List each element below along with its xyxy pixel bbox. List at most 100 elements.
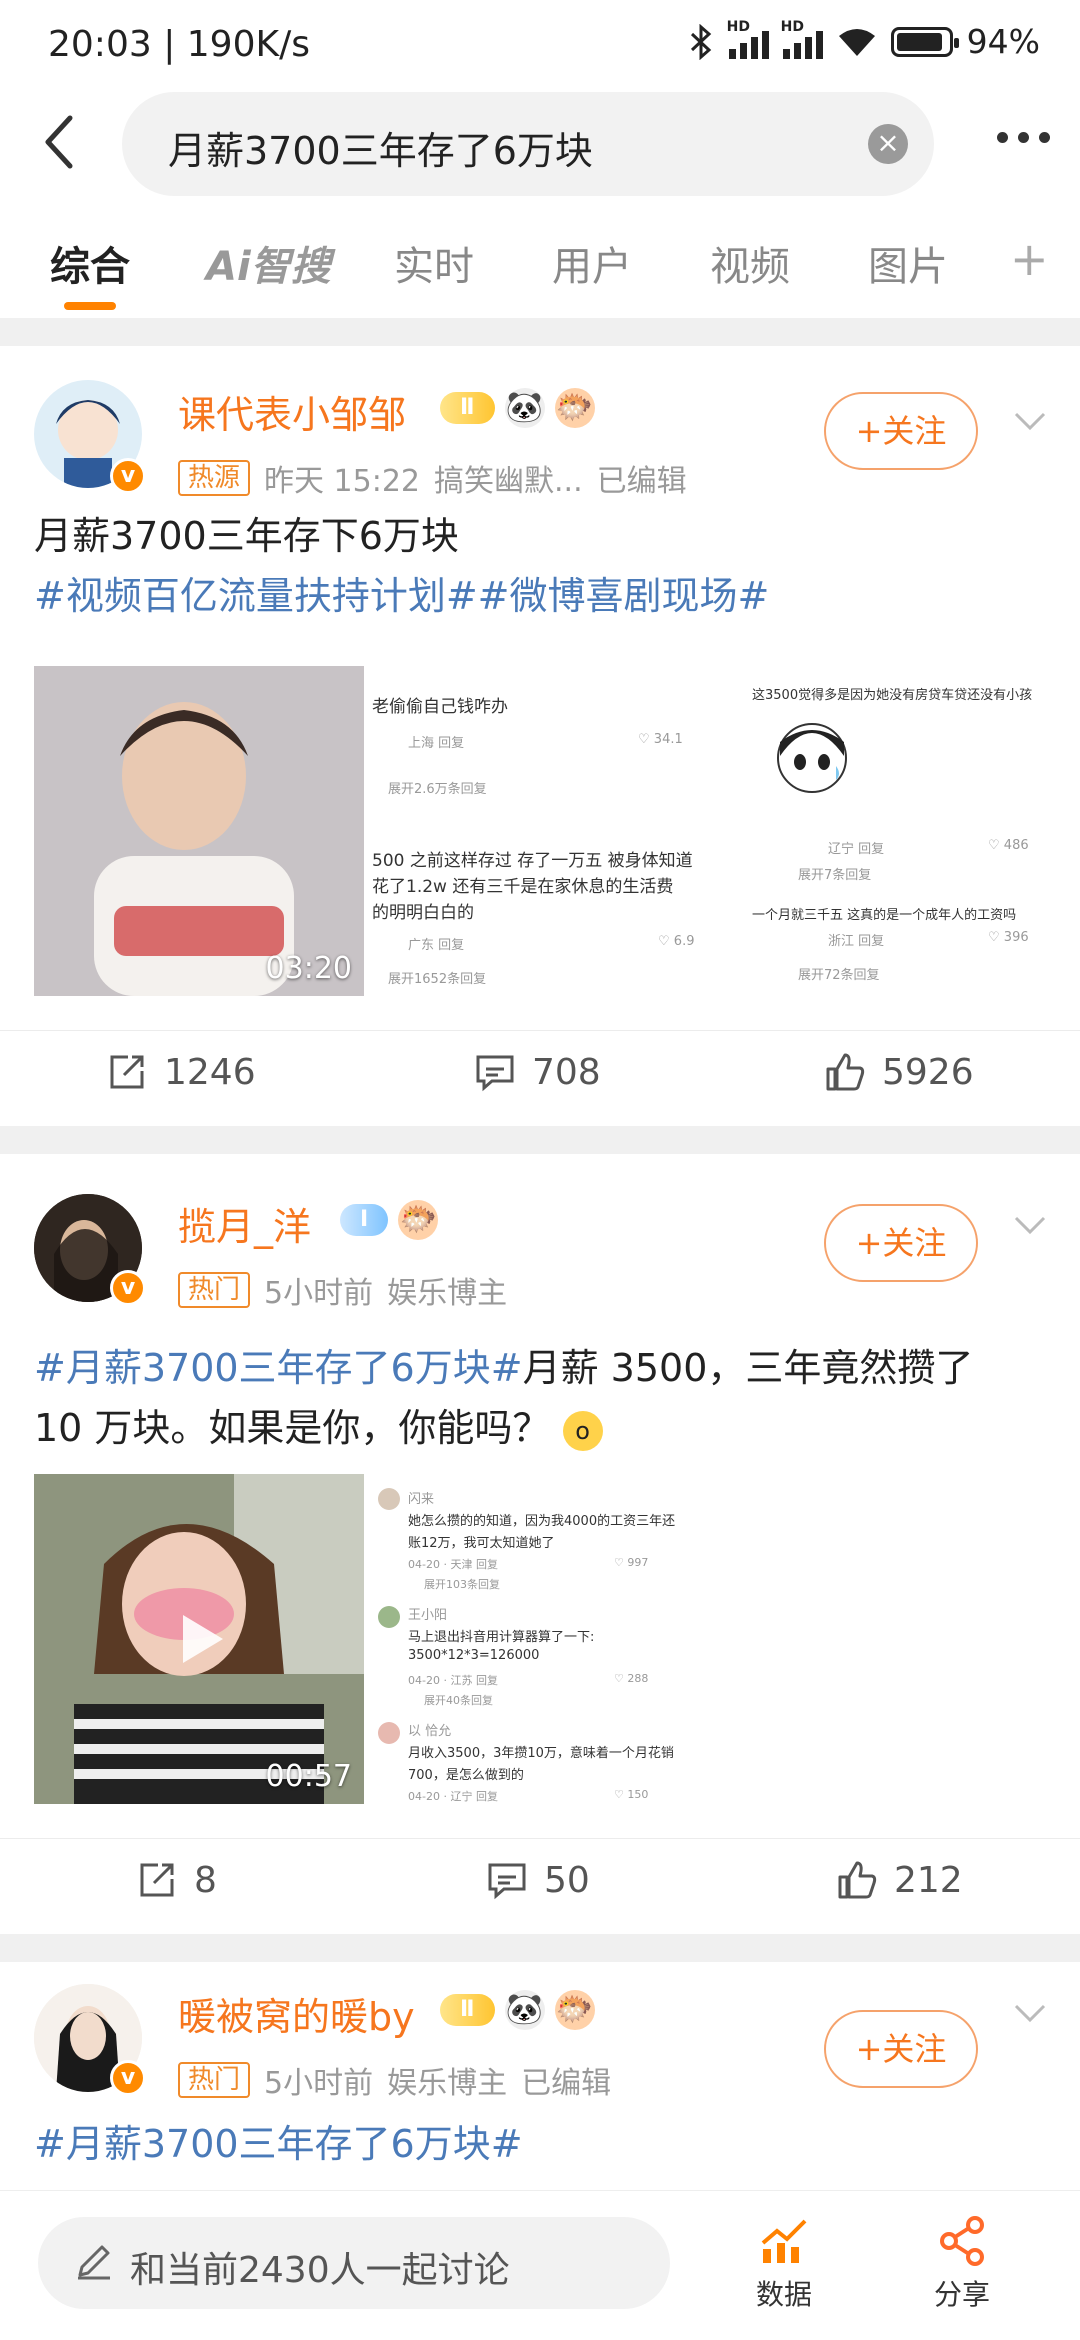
comment-button[interactable]: 708 — [474, 1051, 601, 1093]
tab-video[interactable]: 视频 — [710, 234, 790, 292]
share-label: 分享 — [934, 2278, 991, 2311]
verified-icon: v — [110, 458, 146, 494]
comment-screenshot: 老偷偷自己钱咋办 上海 回复 ♡ 34.1 展开2.6万条回复 500 之前这样… — [368, 666, 744, 996]
comment-button[interactable]: 50 — [486, 1859, 590, 1901]
post-media[interactable]: 03:20 老偷偷自己钱咋办 上海 回复 ♡ 34.1 展开2.6万条回复 50… — [34, 666, 1046, 996]
tab-ai-search[interactable]: Ai智搜 — [206, 234, 331, 292]
bluetooth-icon — [690, 23, 711, 60]
section-divider — [0, 1126, 1080, 1154]
chevron-down-icon[interactable] — [1012, 1996, 1048, 2032]
tab-realtime[interactable]: 实时 — [394, 234, 474, 292]
edited-label: 已编辑 — [596, 464, 687, 499]
wifi-icon — [838, 28, 875, 56]
post-body-2: 10 万块。如果是你，你能吗？ — [34, 1406, 551, 1450]
data-button[interactable]: 数据 — [756, 2213, 812, 2313]
username[interactable]: 课代表小邹邹 — [178, 384, 406, 439]
post-text: 月薪3700三年存下6万块 #视频百亿流量扶持计划##微博喜剧现场# — [34, 506, 1046, 626]
post-text: #月薪3700三年存了6万块#月薪 3500，三年竟然攒了 10 万块。如果是你… — [34, 1338, 1046, 1458]
video-thumbnail[interactable]: 03:20 — [34, 666, 364, 996]
username[interactable]: 暖被窝的暖by — [178, 1986, 415, 2041]
section-divider — [0, 1934, 1080, 1962]
video-duration: 00:57 — [265, 1759, 352, 1794]
post-card[interactable]: v 揽月_洋 Ⅰ 🐡 热门 5小时前 娱乐博主 +关注 #月薪3700三年存了6… — [0, 1154, 1080, 1934]
bottom-bar: 和当前2430人一起讨论 数据 分享 — [0, 2190, 1080, 2340]
share-button[interactable]: 8 — [136, 1859, 217, 1901]
panda-icon: 🐼 — [504, 388, 545, 428]
post-category: 娱乐博主 — [387, 1276, 508, 1311]
tab-all[interactable]: 综合 — [50, 234, 130, 292]
like-button[interactable]: 5926 — [824, 1051, 974, 1093]
post-time: 5小时前 — [264, 1276, 374, 1311]
like-count: 5926 — [882, 1051, 974, 1093]
comment-count: 50 — [544, 1859, 590, 1901]
add-tab-icon[interactable]: + — [1010, 232, 1049, 286]
username[interactable]: 揽月_洋 — [178, 1196, 311, 1251]
share-icon — [140, 1863, 174, 1897]
data-label: 数据 — [756, 2278, 813, 2311]
hot-tag: 热门 — [178, 1272, 251, 1308]
share-count: 8 — [194, 1859, 217, 1901]
post-meta: 热门 5小时前 娱乐博主 — [178, 1268, 507, 1312]
video-thumbnail[interactable]: 00:57 — [34, 1474, 364, 1804]
follow-button[interactable]: +关注 — [824, 2010, 978, 2088]
thumbs-up-icon — [826, 1053, 865, 1091]
post-time: 昨天 15:22 — [264, 464, 421, 499]
tab-images[interactable]: 图片 — [868, 234, 948, 292]
comment-screenshot: 闪来 她怎么攒的的知道，因为我4000的工资三年还 账12万，我可太知道她了 0… — [374, 1474, 704, 1804]
source-tag: 热源 — [178, 460, 251, 496]
discuss-input[interactable]: 和当前2430人一起讨论 — [38, 2217, 670, 2309]
post-body: 月薪3700三年存下6万块 — [34, 514, 459, 558]
post-hashtag[interactable]: #月薪3700三年存了6万块# — [34, 2114, 1046, 2174]
like-count: 212 — [894, 1859, 963, 1901]
tab-users[interactable]: 用户 — [552, 234, 632, 292]
hot-tag: 热门 — [178, 2062, 251, 2098]
play-icon[interactable] — [169, 1609, 229, 1669]
level-badge: Ⅰ — [340, 1204, 389, 1236]
edited-label: 已编辑 — [521, 2066, 612, 2101]
post-card[interactable]: v 课代表小邹邹 Ⅱ 🐼 🐡 热源 昨天 15:22 搞笑幽默... 已编辑 +… — [0, 346, 1080, 1126]
search-input[interactable]: 月薪3700三年存了6万块 × — [122, 92, 934, 196]
chevron-down-icon[interactable] — [1012, 1208, 1048, 1244]
status-time: 20:03 | 190K/s — [48, 24, 310, 65]
surprised-emoji-icon: o — [562, 1410, 603, 1451]
comment-screenshot-2: 这3500觉得多是因为她没有房贷车贷还没有小孩 辽宁 回复 ♡ 486 展开7条… — [748, 666, 1046, 996]
tab-bar: 综合 Ai智搜 实时 用户 视频 图片 + — [0, 220, 1080, 320]
battery-icon — [890, 26, 959, 57]
data-chart-icon — [761, 2219, 807, 2263]
post-meta: 热源 昨天 15:22 搞笑幽默... 已编辑 — [178, 456, 687, 500]
chevron-down-icon[interactable] — [1012, 404, 1048, 440]
like-button[interactable]: 212 — [836, 1859, 963, 1901]
back-icon[interactable] — [40, 112, 80, 172]
section-divider — [0, 318, 1080, 346]
video-duration: 03:20 — [265, 951, 352, 986]
post-media[interactable]: 00:57 闪来 她怎么攒的的知道，因为我4000的工资三年还 账12万，我可太… — [34, 1474, 1046, 1804]
comment-count: 708 — [532, 1051, 601, 1093]
level-badge: Ⅱ — [440, 1994, 495, 2026]
post-hashtag[interactable]: #月薪3700三年存了6万块# — [34, 1346, 523, 1390]
post-text: #月薪3700三年存了6万块# — [34, 2114, 1046, 2174]
verified-icon: v — [110, 1270, 146, 1306]
user-badges: Ⅱ 🐼 🐡 — [440, 388, 595, 428]
share-button[interactable]: 1246 — [106, 1051, 256, 1093]
verified-icon: v — [110, 2060, 146, 2096]
follow-button[interactable]: +关注 — [824, 1204, 978, 1282]
signal-icon: HD — [727, 19, 769, 59]
signal-icon-2: HD — [781, 19, 823, 59]
user-badges: Ⅰ 🐡 — [340, 1200, 439, 1240]
clear-icon[interactable]: × — [868, 124, 908, 164]
pencil-icon — [78, 2245, 110, 2280]
post-card[interactable]: v 暖被窝的暖by Ⅱ 🐼 🐡 热门 5小时前 娱乐博主 已编辑 +关注 #月薪… — [0, 1962, 1080, 2190]
post-hashtags[interactable]: #视频百亿流量扶持计划##微博喜剧现场# — [34, 566, 1046, 626]
level-badge: Ⅱ — [440, 392, 495, 424]
tab-indicator — [64, 302, 116, 310]
share-nodes-icon — [940, 2216, 984, 2266]
comment-icon — [476, 1055, 514, 1092]
discuss-placeholder: 和当前2430人一起讨论 — [130, 2250, 510, 2291]
more-icon[interactable] — [997, 132, 1050, 143]
share-page-button[interactable]: 分享 — [934, 2213, 990, 2313]
share-icon — [110, 1055, 144, 1089]
status-icons: HD HD 94% — [689, 19, 1040, 61]
share-count: 1246 — [164, 1051, 256, 1093]
fish-icon: 🐡 — [554, 1990, 595, 2030]
follow-button[interactable]: +关注 — [824, 392, 978, 470]
